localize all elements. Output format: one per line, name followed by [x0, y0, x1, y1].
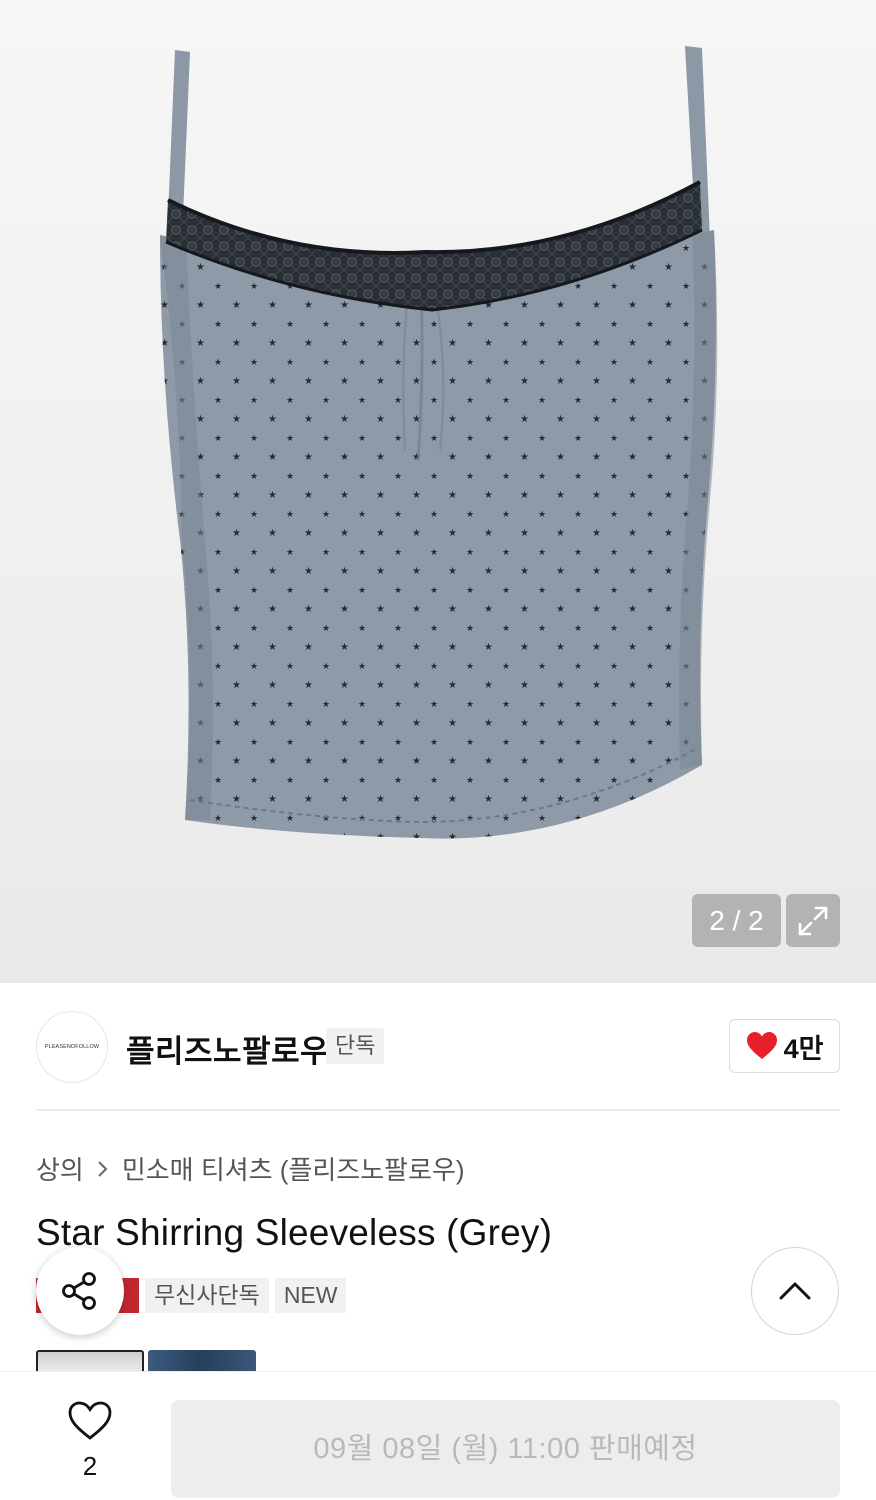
breadcrumb: 상의 민소매 티셔츠 (플리즈노팔로우): [36, 1150, 465, 1187]
tag-exclusive: 무신사단독: [145, 1278, 269, 1313]
brand-like-count: 4만: [783, 1033, 824, 1064]
breadcrumb-subcategory[interactable]: 민소매 티셔츠 (플리즈노팔로우): [122, 1150, 465, 1187]
wishlist-count: 2: [82, 1451, 98, 1481]
product-image: ★ ★: [160, 46, 718, 839]
expand-image-button[interactable]: [786, 894, 840, 947]
exclusive-badge: 단독: [326, 1028, 385, 1064]
thumbnail-option[interactable]: [148, 1350, 256, 1372]
tag-new: NEW: [274, 1278, 347, 1313]
scroll-to-top-button[interactable]: [751, 1247, 839, 1335]
bottom-action-bar: 2 09월 08일 (월) 11:00 판매예정: [0, 1371, 876, 1500]
chevron-right-icon: [98, 1160, 108, 1177]
brand-like-button[interactable]: 4만: [729, 1019, 840, 1073]
wishlist-button[interactable]: 2: [55, 1400, 125, 1482]
share-button[interactable]: [36, 1247, 124, 1335]
breadcrumb-category[interactable]: 상의: [36, 1150, 84, 1187]
share-icon: [62, 1272, 96, 1310]
brand-logo-text: PLEASENOFOLLOW: [44, 1044, 100, 1050]
product-image-gallery[interactable]: ★ ★ 2 / 2: [0, 0, 876, 983]
color-thumbnails: [36, 1350, 256, 1372]
product-title: Star Shirring Sleeveless (Grey): [36, 1212, 553, 1253]
brand-logo[interactable]: PLEASENOFOLLOW: [36, 1011, 108, 1083]
brand-row: PLEASENOFOLLOW 플리즈노팔로우 단독 4만: [36, 1010, 840, 1084]
thumbnail-option[interactable]: [36, 1350, 144, 1372]
expand-arrows-icon: [798, 906, 828, 935]
image-page-counter: 2 / 2: [692, 894, 781, 947]
brand-name[interactable]: 플리즈노팔로우: [126, 1026, 329, 1071]
chevron-up-icon: [779, 1282, 811, 1300]
section-divider: [36, 1109, 840, 1111]
sale-scheduled-button[interactable]: 09월 08일 (월) 11:00 판매예정: [171, 1400, 840, 1498]
heart-outline-icon: [68, 1401, 112, 1440]
heart-filled-icon: [746, 1032, 777, 1059]
